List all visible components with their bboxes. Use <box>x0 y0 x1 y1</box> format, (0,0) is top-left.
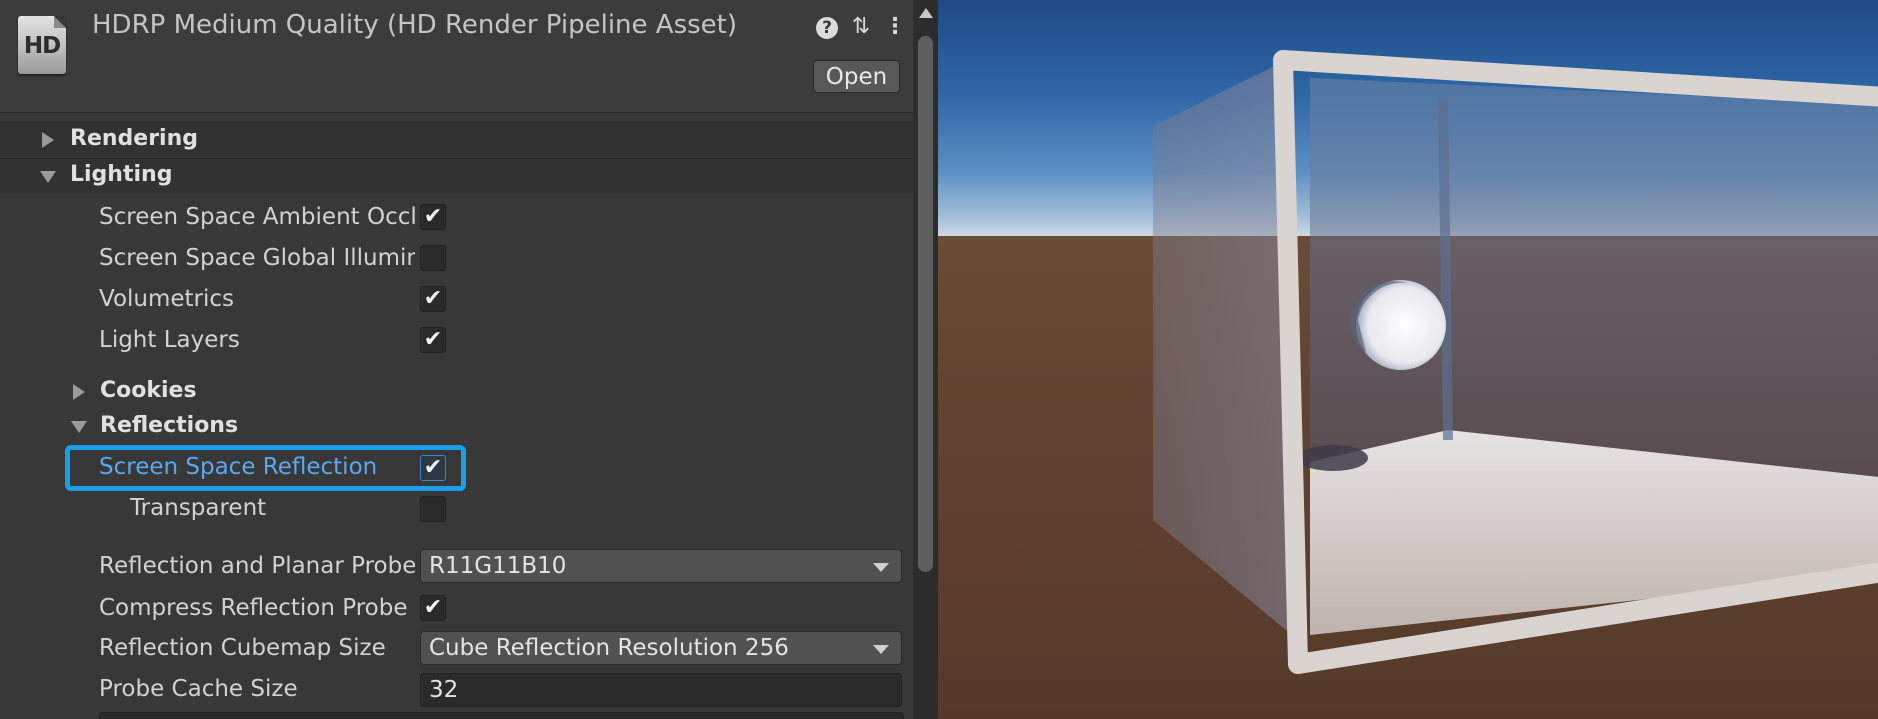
scroll-up-arrow-icon[interactable] <box>919 8 933 18</box>
prop-ssao-label: Screen Space Ambient Occl <box>99 204 415 230</box>
inspector-scrollbar[interactable] <box>913 0 938 719</box>
scene-view[interactable] <box>938 0 1878 719</box>
collapsed-arrow-icon <box>73 384 85 400</box>
prop-volumetrics-label: Volumetrics <box>99 286 235 312</box>
inspector-panel: HD HDRP Medium Quality (HD Render Pipeli… <box>0 0 938 719</box>
expanded-arrow-icon <box>40 171 56 183</box>
sphere-shadow <box>1298 445 1368 471</box>
inspector-header: HD HDRP Medium Quality (HD Render Pipeli… <box>0 0 913 113</box>
hdrp-asset-icon: HD <box>18 16 66 74</box>
foldout-cookies-label: Cookies <box>100 378 197 403</box>
hdrp-asset-icon-label: HD <box>23 33 61 59</box>
compress-checkbox[interactable]: ✔ <box>420 595 446 621</box>
prop-probe-cache-label: Probe Cache Size <box>99 676 298 702</box>
transparent-checkbox[interactable] <box>420 496 446 522</box>
light-layers-checkbox[interactable]: ✔ <box>420 327 446 353</box>
ssgi-checkbox[interactable] <box>420 245 446 271</box>
dropdown-arrow-icon <box>873 563 889 572</box>
cubemap-size-value: Cube Reflection Resolution 256 <box>429 635 789 661</box>
foldout-lighting[interactable]: Lighting <box>0 158 913 193</box>
volumetrics-checkbox[interactable]: ✔ <box>420 286 446 312</box>
probe-cache-size-field[interactable]: 32 <box>420 673 902 707</box>
probe-format-value: R11G11B10 <box>429 553 567 579</box>
context-menu-icon[interactable]: ⋮ <box>883 14 907 40</box>
prop-transparent-label: Transparent <box>130 495 267 521</box>
prop-ssr-label: Screen Space Reflection <box>99 454 378 480</box>
open-button[interactable]: Open <box>813 60 900 93</box>
glass-cube-render <box>1153 50 1878 674</box>
cubemap-size-dropdown[interactable]: Cube Reflection Resolution 256 <box>420 631 902 665</box>
next-field-partial <box>99 712 904 719</box>
foldout-rendering-label: Rendering <box>70 126 198 151</box>
ssao-checkbox[interactable]: ✔ <box>420 204 446 230</box>
dropdown-arrow-icon <box>873 645 889 654</box>
collapsed-arrow-icon <box>42 132 54 148</box>
ssr-checkbox[interactable]: ✔ <box>420 455 446 481</box>
prop-light-layers-label: Light Layers <box>99 327 240 353</box>
foldout-rendering[interactable]: Rendering <box>0 122 913 157</box>
foldout-lighting-label: Lighting <box>70 162 173 187</box>
probe-format-dropdown[interactable]: R11G11B10 <box>420 549 902 583</box>
prop-ssgi-label: Screen Space Global Illumin <box>99 245 415 271</box>
prop-probe-format-label: Reflection and Planar Probe <box>99 553 415 579</box>
expanded-arrow-icon <box>71 421 87 433</box>
probe-cache-size-value: 32 <box>429 677 459 703</box>
asset-title: HDRP Medium Quality (HD Render Pipeline … <box>92 10 738 40</box>
help-icon[interactable]: ? <box>816 17 838 39</box>
prop-cubemap-size-label: Reflection Cubemap Size <box>99 635 386 661</box>
foldout-reflections-label: Reflections <box>100 413 239 438</box>
prop-compress-label: Compress Reflection Probe <box>99 595 408 621</box>
presets-icon[interactable]: ⇅ <box>849 14 873 40</box>
scrollbar-thumb[interactable] <box>918 36 933 572</box>
